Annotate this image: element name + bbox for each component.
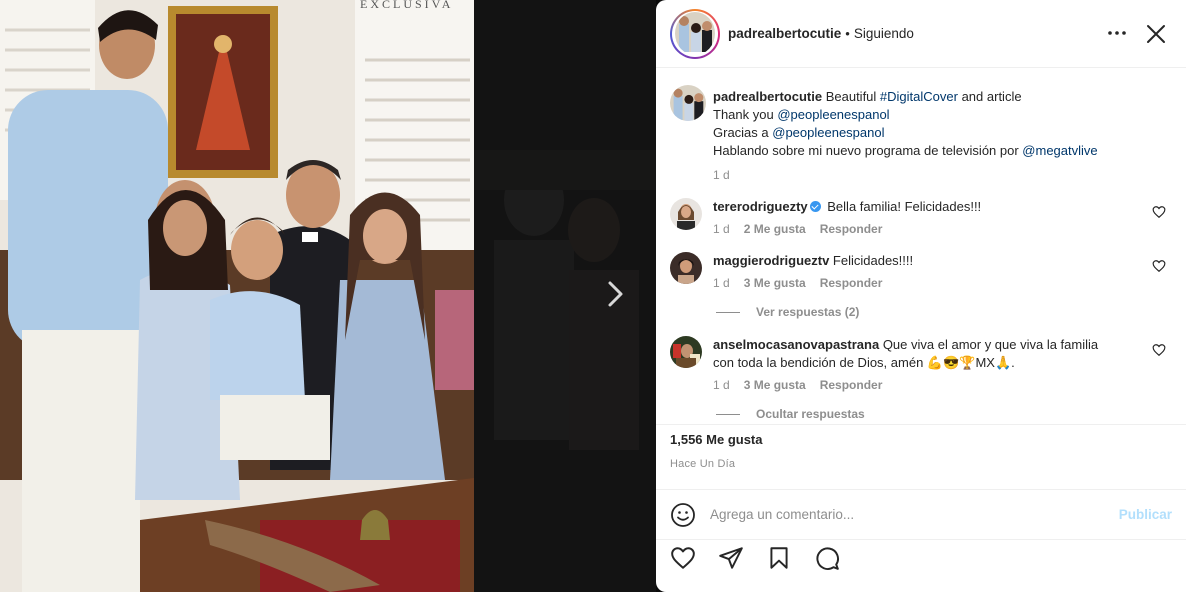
paper-plane-icon <box>719 547 743 569</box>
caption-username[interactable]: padrealbertocutie <box>713 89 822 104</box>
comment-likes[interactable]: 2 Me gusta <box>744 222 806 236</box>
comment-item: maggierodrigueztv Felicidades!!!! 1 d 3 M… <box>670 252 1172 297</box>
caption-line1-rest: and article <box>957 89 1022 104</box>
verified-badge-icon <box>809 201 821 212</box>
comment-text: tererodriguezty Bella familia! Felicidad… <box>713 198 1132 216</box>
close-icon <box>1147 25 1165 43</box>
comment-username[interactable]: anselmocasanovapastrana <box>713 337 879 352</box>
comment-username[interactable]: tererodriguezty <box>713 199 808 214</box>
comment-item: anselmocasanovapastrana Que viva el amor… <box>670 336 1172 400</box>
view-replies-button[interactable]: Ver respuestas (2) <box>716 305 859 319</box>
comment-likes[interactable]: 3 Me gusta <box>744 378 806 392</box>
heart-icon <box>671 547 695 569</box>
comment-body-line1: Que viva el amor y que viva la familia <box>879 337 1099 352</box>
mention-link[interactable]: @megatvlive <box>1022 143 1097 158</box>
reply-button[interactable]: Responder <box>820 222 883 236</box>
caption-avatar[interactable] <box>670 85 706 121</box>
magazine-logo: EXCLUSIVA <box>360 0 453 11</box>
caption-meta: 1 d <box>713 168 744 182</box>
comment-body: Bella familia! Felicidades!!! <box>827 199 982 214</box>
comment-meta: 1 d 2 Me gusta Responder <box>713 222 896 236</box>
caption: padrealbertocutie Beautiful #DigitalCove… <box>670 85 1172 185</box>
comment-text: maggierodrigueztv Felicidades!!!! <box>713 252 1132 270</box>
story-ring[interactable] <box>670 8 720 59</box>
header-username[interactable]: padrealbertocutie <box>728 26 841 41</box>
comment-input[interactable] <box>710 507 1119 522</box>
caption-age: 1 d <box>713 168 730 182</box>
heart-icon <box>1152 344 1166 357</box>
post-photo[interactable]: EXCLUSIVA <box>0 0 474 592</box>
close-button[interactable] <box>1144 22 1168 49</box>
caption-text: padrealbertocutie Beautiful #DigitalCove… <box>713 88 1132 160</box>
view-replies-label: Ver respuestas (2) <box>756 305 860 319</box>
hashtag-link[interactable]: #DigitalCover <box>880 89 958 104</box>
add-comment-bar: Publicar <box>656 489 1186 539</box>
heart-icon <box>1152 206 1166 219</box>
mention-link[interactable]: @peopleenespanol <box>772 125 884 140</box>
like-comment-button[interactable] <box>1152 343 1166 357</box>
commenter-avatar[interactable] <box>670 252 702 284</box>
more-horizontal-icon <box>1108 31 1126 35</box>
commenter-avatar[interactable] <box>670 336 702 368</box>
mention-link[interactable]: @peopleenespanol <box>777 107 889 122</box>
next-post-button[interactable] <box>599 278 631 310</box>
save-button[interactable] <box>766 545 792 571</box>
like-button[interactable] <box>670 545 696 571</box>
post-header: padrealbertocutie • Siguiendo <box>656 0 1186 68</box>
avatar[interactable] <box>675 12 715 55</box>
comment-item: tererodriguezty Bella familia! Felicidad… <box>670 198 1172 243</box>
emoji-button[interactable] <box>670 502 696 528</box>
share-button[interactable] <box>718 545 744 571</box>
hide-replies-label: Ocultar respuestas <box>756 407 865 421</box>
publish-button[interactable]: Publicar <box>1119 507 1172 522</box>
follow-status-button[interactable]: Siguiendo <box>854 26 914 41</box>
bookmark-icon <box>770 547 788 569</box>
comment-meta: 1 d 3 Me gusta Responder <box>713 378 896 392</box>
caption-line3-text: Gracias a <box>713 125 773 140</box>
family-photo-illustration: EXCLUSIVA <box>0 0 474 592</box>
smiley-icon <box>671 502 695 527</box>
caption-line2-text: Thank you <box>713 107 778 122</box>
comment-username[interactable]: maggierodrigueztv <box>713 253 829 268</box>
post-likes-count[interactable]: 1,556 Me gusta <box>670 432 763 447</box>
comment-meta: 1 d 3 Me gusta Responder <box>713 276 896 290</box>
comments-list[interactable]: padrealbertocutie Beautiful #DigitalCove… <box>656 85 1186 425</box>
comment-age: 1 d <box>713 222 730 236</box>
comment-body-line2: con toda la bendición de Dios, amén 💪😎🏆M… <box>713 355 1015 370</box>
heart-icon <box>1152 260 1166 273</box>
commenter-avatar[interactable] <box>670 198 702 230</box>
like-comment-button[interactable] <box>1152 259 1166 273</box>
comment-button[interactable] <box>814 545 840 571</box>
hide-replies-button[interactable]: Ocultar respuestas <box>716 407 865 421</box>
post-detail-panel: padrealbertocutie • Siguiendo padrealber… <box>656 0 1186 592</box>
more-options-button[interactable] <box>1106 22 1128 47</box>
post-actions <box>670 545 862 571</box>
header-separator: • <box>845 26 850 41</box>
reply-button[interactable]: Responder <box>820 378 883 392</box>
comment-likes[interactable]: 3 Me gusta <box>744 276 806 290</box>
comment-text: anselmocasanovapastrana Que viva el amor… <box>713 336 1132 372</box>
replies-divider <box>716 413 740 415</box>
speech-bubble-icon <box>816 547 839 570</box>
like-comment-button[interactable] <box>1152 205 1166 219</box>
comment-body: Felicidades!!!! <box>832 253 914 268</box>
post-time: Hace Un Día <box>670 458 736 470</box>
replies-divider <box>716 311 740 313</box>
action-divider <box>656 539 1186 540</box>
caption-line4-text: Hablando sobre mi nuevo programa de tele… <box>713 143 1023 158</box>
comment-age: 1 d <box>713 276 730 290</box>
reply-button[interactable]: Responder <box>820 276 883 290</box>
chevron-right-icon <box>608 281 623 307</box>
section-divider <box>656 424 1186 425</box>
caption-line1-text: Beautiful <box>822 89 880 104</box>
comment-age: 1 d <box>713 378 730 392</box>
